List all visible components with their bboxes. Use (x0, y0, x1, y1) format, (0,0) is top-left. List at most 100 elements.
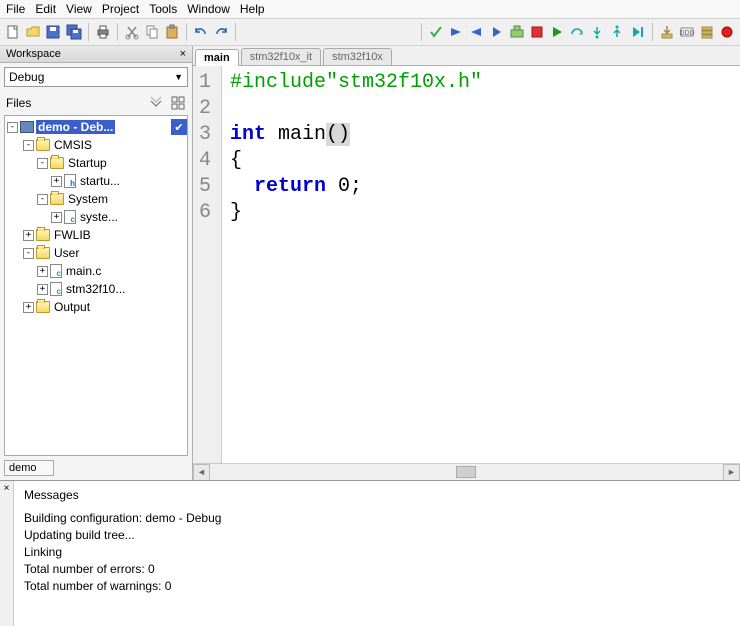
compile-button[interactable] (427, 21, 445, 43)
tree-row-output[interactable]: + Output (5, 298, 187, 316)
toggle-breakpoint-button[interactable] (447, 21, 465, 43)
code-area[interactable]: 1 2 3 4 5 6 #include"stm32f10x.h" int ma… (193, 66, 740, 463)
tree-row-syste-file[interactable]: + syste... (5, 208, 187, 226)
tree-check[interactable]: ✔ (171, 119, 187, 135)
tree-label: main.c (64, 264, 103, 278)
breakpoint-button[interactable] (718, 21, 736, 43)
menu-view[interactable]: View (66, 2, 92, 16)
step-into-button[interactable] (588, 21, 606, 43)
run-to-button[interactable] (629, 21, 647, 43)
expand-toggle[interactable]: + (37, 266, 48, 277)
project-tree[interactable]: - demo - Deb... ✔ - CMSIS - Startup + (4, 115, 188, 456)
workspace-close-button[interactable]: × (180, 48, 186, 60)
nav-forward-button[interactable] (487, 21, 505, 43)
build-config-select[interactable]: Debug ▼ (4, 67, 188, 87)
cut-button[interactable] (122, 21, 140, 43)
memory-button[interactable]: DDD (678, 21, 696, 43)
editor-tab-stm32f10x-it[interactable]: stm32f10x_it (241, 48, 321, 65)
print-button[interactable] (94, 21, 112, 43)
scroll-left-button[interactable]: ◄ (193, 464, 210, 480)
print-icon (95, 24, 111, 40)
menu-file[interactable]: File (6, 2, 25, 16)
tree-label: System (66, 192, 110, 206)
code-text[interactable]: #include"stm32f10x.h" int main() { retur… (222, 66, 490, 463)
workspace-bottom-tab[interactable]: demo (4, 460, 54, 476)
menu-project[interactable]: Project (102, 2, 139, 16)
tree-label: startu... (78, 174, 122, 188)
main-area: Workspace × Debug ▼ Files - demo - Deb..… (0, 46, 740, 480)
collapse-button[interactable] (148, 95, 164, 111)
new-file-button[interactable] (4, 21, 22, 43)
registers-button[interactable] (698, 21, 716, 43)
open-button[interactable] (24, 21, 42, 43)
view-mode-button[interactable] (170, 95, 186, 111)
expand-toggle[interactable]: + (37, 284, 48, 295)
menu-bar: File Edit View Project Tools Window Help (0, 0, 740, 19)
step-over-button[interactable] (568, 21, 586, 43)
folder-icon (36, 247, 50, 259)
scroll-right-button[interactable]: ► (723, 464, 740, 480)
file-h-icon (64, 174, 76, 188)
download-button[interactable] (657, 21, 675, 43)
expand-toggle[interactable]: - (37, 194, 48, 205)
editor-tab-stm32f10x[interactable]: stm32f10x (323, 48, 392, 65)
editor-hscroll[interactable]: ◄ ► (193, 463, 740, 480)
expand-toggle[interactable]: + (51, 212, 62, 223)
files-header: Files (0, 91, 192, 111)
messages-close-button[interactable]: × (0, 481, 14, 626)
copy-icon (144, 24, 160, 40)
nav-back-button[interactable] (467, 21, 485, 43)
expand-toggle[interactable]: + (51, 176, 62, 187)
tree-row-fwlib[interactable]: + FWLIB (5, 226, 187, 244)
menu-tools[interactable]: Tools (149, 2, 177, 16)
expand-toggle[interactable]: - (37, 158, 48, 169)
editor-tab-main[interactable]: main (195, 49, 239, 66)
undo-icon (193, 24, 209, 40)
editor-panel: main stm32f10x_it stm32f10x 1 2 3 4 5 6 … (193, 46, 740, 480)
toolbar-separator (88, 23, 89, 41)
step-out-button[interactable] (608, 21, 626, 43)
expand-toggle[interactable]: + (23, 230, 34, 241)
tree-row-startu-file[interactable]: + startu... (5, 172, 187, 190)
stop-build-button[interactable] (528, 21, 546, 43)
collapse-icon (148, 95, 164, 111)
tree-row-startup[interactable]: - Startup (5, 154, 187, 172)
memory-icon: DDD (679, 24, 695, 40)
redo-button[interactable] (212, 21, 230, 43)
build-icon (509, 24, 525, 40)
folder-icon (36, 301, 50, 313)
tree-row-user[interactable]: - User (5, 244, 187, 262)
tree-row-main-c[interactable]: + main.c (5, 262, 187, 280)
messages-body[interactable]: Messages Building configuration: demo - … (14, 481, 740, 626)
check-icon (428, 24, 444, 40)
save-button[interactable] (44, 21, 62, 43)
undo-button[interactable] (192, 21, 210, 43)
tree-row-cmsis[interactable]: - CMSIS (5, 136, 187, 154)
expand-toggle[interactable]: - (23, 140, 34, 151)
tree-label: stm32f10... (64, 282, 127, 296)
open-folder-icon (25, 24, 41, 40)
scroll-thumb[interactable] (456, 466, 476, 478)
debug-go-button[interactable] (548, 21, 566, 43)
grid-icon (170, 95, 186, 111)
step-out-icon (609, 24, 625, 40)
toolbar-separator (421, 23, 422, 41)
step-over-icon (569, 24, 585, 40)
make-button[interactable] (507, 21, 525, 43)
menu-help[interactable]: Help (240, 2, 265, 16)
paste-button[interactable] (163, 21, 181, 43)
save-all-button[interactable] (65, 21, 83, 43)
message-line: Linking (24, 544, 730, 561)
tree-row-system[interactable]: - System (5, 190, 187, 208)
expand-toggle[interactable]: - (23, 248, 34, 259)
menu-edit[interactable]: Edit (35, 2, 56, 16)
tree-row-demo[interactable]: - demo - Deb... ✔ (5, 118, 187, 136)
menu-window[interactable]: Window (187, 2, 230, 16)
tree-row-stm32f10-c[interactable]: + stm32f10... (5, 280, 187, 298)
tree-label: Output (52, 300, 92, 314)
toolbar: DDD (0, 19, 740, 46)
tree-label: FWLIB (52, 228, 93, 242)
expand-toggle[interactable]: + (23, 302, 34, 313)
expand-toggle[interactable]: - (7, 122, 18, 133)
copy-button[interactable] (143, 21, 161, 43)
